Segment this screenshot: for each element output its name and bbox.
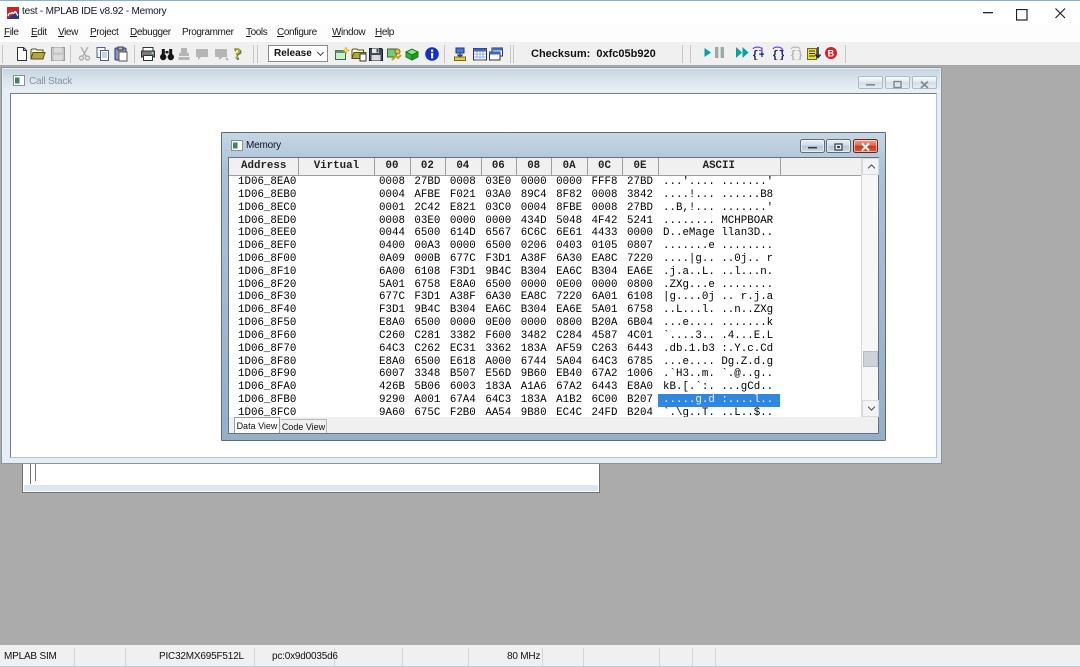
svg-text:B: B xyxy=(828,48,835,58)
svg-text:{}: {} xyxy=(772,50,784,60)
svg-text:{}: {} xyxy=(790,50,802,60)
svg-text:{+}: {+} xyxy=(752,50,764,60)
